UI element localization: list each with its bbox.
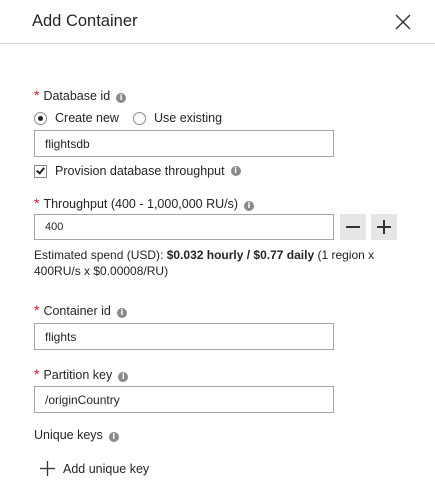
- plus-icon: [377, 220, 391, 234]
- checkbox-checked-icon: [34, 164, 47, 178]
- container-id-label: Container id: [43, 304, 111, 318]
- required-marker: *: [34, 366, 40, 382]
- provision-throughput-checkbox[interactable]: Provision database throughput i: [34, 164, 241, 178]
- unique-keys-label-row: Unique keys i: [34, 428, 119, 442]
- create-new-label: Create new: [55, 111, 119, 125]
- close-button[interactable]: [394, 13, 412, 31]
- add-unique-key-button[interactable]: Add unique key: [40, 461, 149, 476]
- estimated-spend-text: Estimated spend (USD): $0.032 hourly / $…: [34, 247, 394, 279]
- throughput-label-row: * Throughput (400 - 1,000,000 RU/s) i: [34, 195, 255, 211]
- radio-unchecked-icon: [133, 111, 146, 125]
- container-id-input[interactable]: [34, 323, 334, 350]
- throughput-label: Throughput (400 - 1,000,000 RU/s): [43, 197, 239, 211]
- info-icon[interactable]: i: [230, 166, 241, 176]
- add-unique-key-label: Add unique key: [63, 461, 150, 476]
- partition-key-label: Partition key: [43, 368, 113, 382]
- decrement-button[interactable]: [340, 214, 366, 240]
- info-icon[interactable]: i: [108, 432, 119, 442]
- minus-icon: [346, 226, 360, 228]
- container-id-label-row: * Container id i: [34, 302, 127, 318]
- required-marker: *: [34, 302, 40, 318]
- use-existing-label: Use existing: [154, 111, 223, 125]
- database-id-input[interactable]: [34, 130, 334, 157]
- info-icon[interactable]: i: [116, 93, 127, 103]
- info-icon[interactable]: i: [244, 201, 255, 211]
- partition-key-input[interactable]: [34, 386, 334, 413]
- use-existing-radio[interactable]: Use existing: [133, 111, 222, 125]
- plus-icon: [40, 461, 55, 476]
- partition-key-label-row: * Partition key i: [34, 366, 129, 382]
- unique-keys-label: Unique keys: [34, 428, 103, 442]
- radio-checked-icon: [34, 111, 47, 125]
- panel-header: Add Container: [0, 0, 435, 44]
- required-marker: *: [34, 87, 40, 103]
- panel-title: Add Container: [32, 12, 138, 30]
- required-marker: *: [34, 195, 40, 211]
- database-id-label-row: * Database id i: [34, 87, 127, 103]
- create-new-radio[interactable]: Create new: [34, 111, 119, 125]
- increment-button[interactable]: [371, 214, 397, 240]
- spend-amount: $0.032 hourly / $0.77 daily: [166, 248, 315, 262]
- info-icon[interactable]: i: [118, 372, 129, 382]
- provision-throughput-label: Provision database throughput: [55, 164, 225, 178]
- database-id-label: Database id: [43, 89, 111, 103]
- throughput-input[interactable]: [34, 214, 334, 240]
- spend-prefix: Estimated spend (USD):: [34, 248, 167, 262]
- close-icon: [395, 14, 411, 30]
- info-icon[interactable]: i: [116, 308, 127, 318]
